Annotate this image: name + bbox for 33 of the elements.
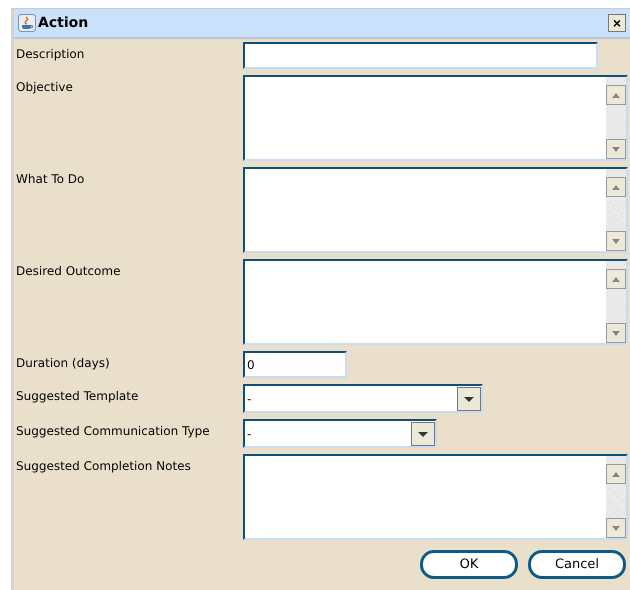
scroll-up-icon[interactable] (606, 269, 626, 289)
scrollbar[interactable] (606, 169, 626, 251)
text-field[interactable]: 0 (243, 351, 347, 378)
field-label: Objective (16, 79, 74, 94)
scroll-down-icon[interactable] (606, 231, 626, 251)
coffee-cup-icon (18, 14, 36, 32)
field-label: What To Do (16, 171, 86, 186)
scroll-up-icon[interactable] (606, 464, 626, 484)
dropdown[interactable]: - (243, 384, 483, 413)
scroll-up-icon[interactable] (606, 177, 626, 197)
field-label: Suggested Communication Type (16, 423, 211, 438)
field-label: Duration (days) (16, 355, 111, 370)
dialog-button[interactable]: Cancel (528, 550, 626, 579)
dropdown[interactable]: - (243, 419, 437, 448)
field-label: Desired Outcome (16, 263, 122, 278)
text-area[interactable] (243, 75, 628, 161)
scroll-down-icon[interactable] (606, 323, 626, 343)
scrollbar[interactable] (606, 456, 626, 538)
window-title: Action (38, 15, 90, 31)
field-label: Description (16, 46, 86, 61)
scrollbar[interactable] (606, 261, 626, 343)
scrollbar[interactable] (606, 77, 626, 159)
close-button[interactable]: × (608, 14, 626, 32)
scroll-up-icon[interactable] (606, 85, 626, 105)
text-area[interactable] (243, 454, 628, 540)
dialog-button[interactable]: OK (420, 550, 518, 579)
scroll-down-icon[interactable] (606, 139, 626, 159)
text-area[interactable] (243, 167, 628, 253)
scroll-down-icon[interactable] (606, 518, 626, 538)
field-label: Suggested Completion Notes (16, 458, 192, 473)
text-field[interactable] (243, 42, 598, 69)
field-label: Suggested Template (16, 388, 140, 403)
text-area[interactable] (243, 259, 628, 345)
